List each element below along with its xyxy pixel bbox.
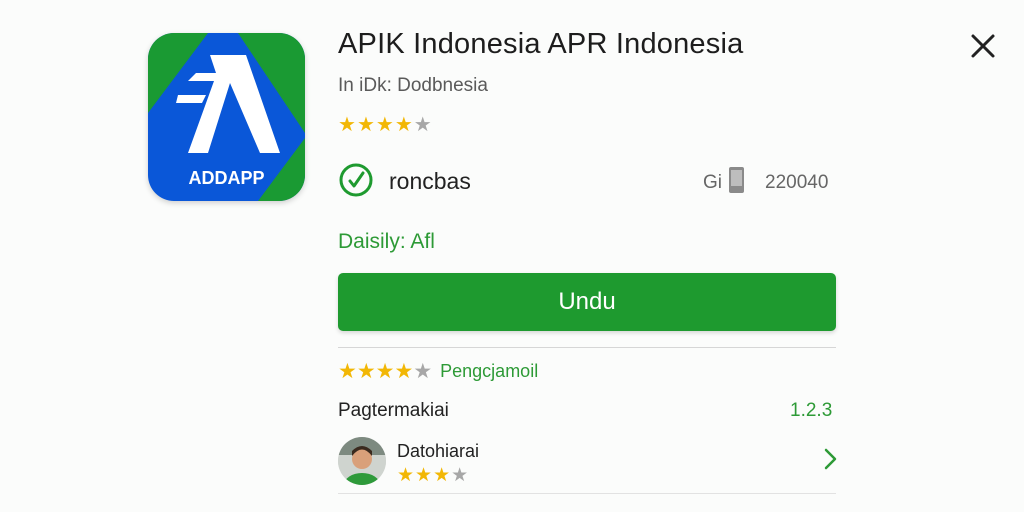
star-icon: ★	[394, 114, 413, 136]
ratings-row[interactable]: ★ ★ ★ ★ ★ Pengcjamoil	[338, 361, 538, 382]
star-icon: ★	[375, 359, 395, 383]
divider	[338, 347, 836, 348]
divider	[338, 493, 836, 494]
star-icon: ★	[338, 114, 356, 136]
star-icon: ★	[433, 465, 451, 486]
star-icon: ★	[415, 465, 433, 486]
app-subtitle: In iDk: Dodbnesia	[338, 75, 488, 96]
star-icon: ★	[338, 359, 357, 383]
star-icon: ★	[375, 114, 394, 136]
app-icon-label: ADDAPP	[188, 168, 265, 188]
size-value: 220040	[765, 172, 829, 193]
close-icon[interactable]	[965, 28, 1001, 64]
version-value: 1.2.3	[790, 400, 833, 421]
avatar	[338, 437, 386, 485]
star-icon: ★	[394, 359, 414, 383]
download-button-label: Undu	[558, 288, 616, 315]
reviewer-name: Datohiarai	[397, 441, 480, 461]
review-stars: ★ ★ ★ ★	[397, 466, 468, 486]
star-icon: ★	[413, 114, 432, 136]
star-icon: ★	[356, 114, 375, 136]
star-icon: ★	[356, 359, 376, 383]
phone-icon	[728, 166, 745, 194]
star-icon: ★	[451, 465, 469, 486]
checkmark-circle-icon[interactable]	[338, 162, 374, 198]
star-icon: ★	[413, 359, 433, 383]
size-unit: Gi	[703, 172, 722, 193]
chevron-right-icon[interactable]	[820, 446, 840, 472]
app-title: APIK Indonesia APR Indonesia	[338, 28, 744, 60]
rating-stars: ★ ★ ★ ★ ★	[338, 115, 432, 135]
category-label[interactable]: Daisily: Afl	[338, 230, 435, 254]
version-label: Pagtermakiai	[338, 400, 449, 421]
star-icon: ★	[397, 465, 415, 486]
developer-name[interactable]: roncbas	[389, 168, 471, 195]
download-button[interactable]: Undu	[338, 273, 836, 331]
app-icon: ADDAPP	[148, 33, 305, 201]
ratings-link[interactable]: Pengcjamoil	[440, 361, 538, 382]
